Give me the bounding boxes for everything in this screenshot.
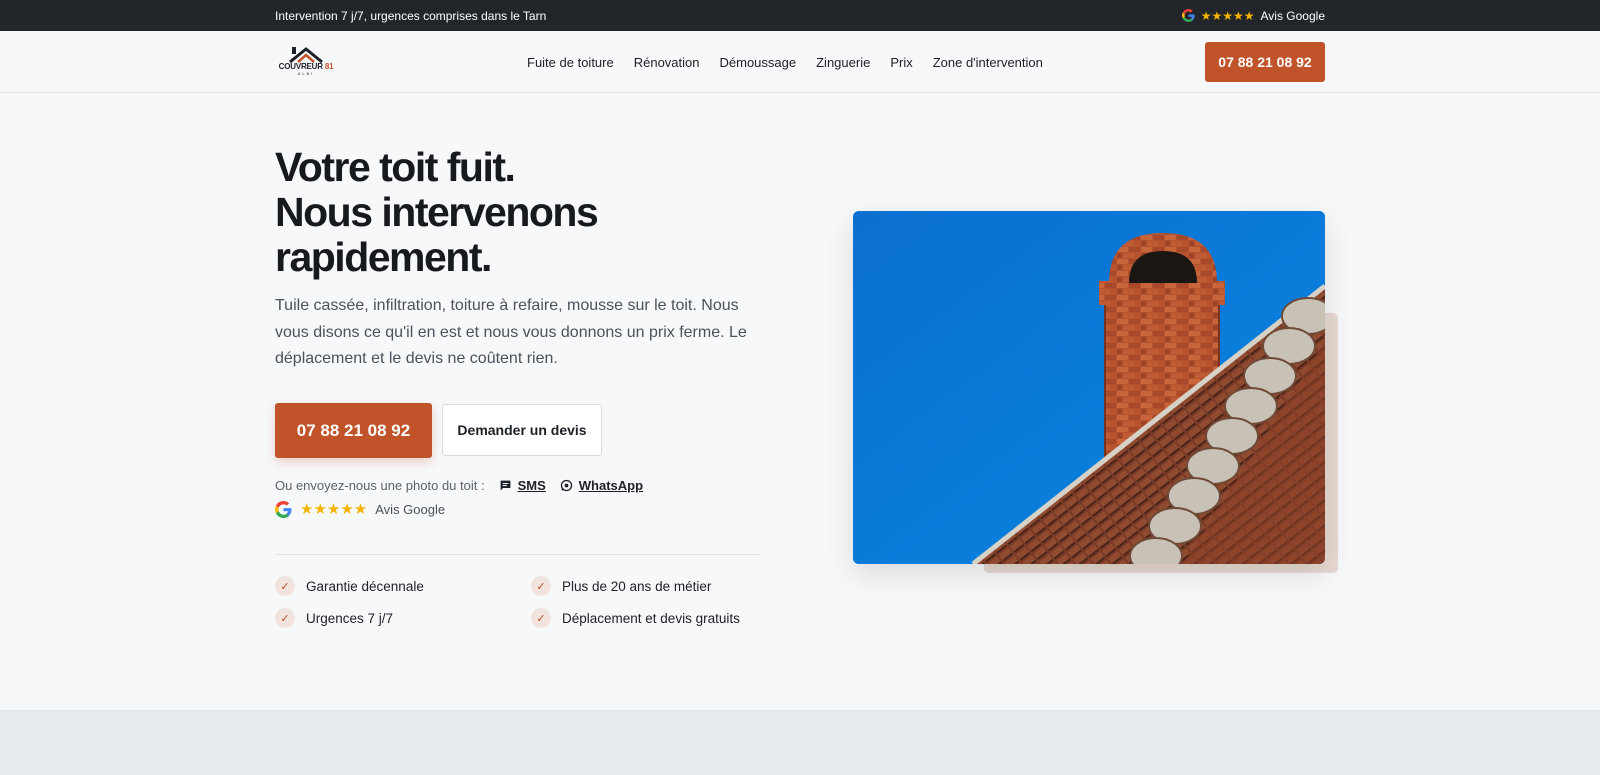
site-logo[interactable]: COUVREUR 81 ALBI [276, 43, 336, 79]
top-bar: Intervention 7 j/7, urgences comprises d… [0, 0, 1600, 31]
nav-item-zinguerie[interactable]: Zinguerie [816, 55, 870, 70]
whatsapp-link[interactable]: WhatsApp [560, 478, 643, 493]
next-section-band [0, 710, 1600, 775]
hero-title: Votre toit fuit. Nous intervenons rapide… [275, 144, 599, 280]
rating-stars: ★★★★★ [1200, 8, 1255, 23]
google-icon [275, 500, 292, 518]
main-header: COUVREUR 81 ALBI Fuite de toiture Rénova… [0, 31, 1600, 93]
check-icon: ✓ [275, 576, 295, 596]
hero-roof-image [853, 211, 1325, 564]
check-icon: ✓ [275, 608, 295, 628]
photo-prompt: Ou envoyez-nous une photo du toit : [275, 477, 485, 493]
nav-item-prix[interactable]: Prix [890, 55, 912, 70]
feature-item: ✓ Déplacement et devis gratuits [531, 608, 740, 628]
logo-city: ALBI [297, 71, 315, 76]
roof-logo-icon [289, 47, 323, 63]
feature-item: ✓ Urgences 7 j/7 [275, 608, 393, 628]
topbar-rating[interactable]: ★★★★★ Avis Google [1181, 8, 1325, 23]
header-phone-button[interactable]: 07 88 21 08 92 [1205, 42, 1325, 82]
main-nav: Fuite de toiture Rénovation Démoussage Z… [527, 31, 1043, 93]
nav-item-zone-intervention[interactable]: Zone d'intervention [933, 55, 1043, 70]
hero-lead: Tuile cassée, infiltration, toiture à re… [275, 297, 747, 367]
photo-contact-line: Ou envoyez-nous une photo du toit : SMS … [275, 475, 643, 495]
nav-item-renovation[interactable]: Rénovation [634, 55, 700, 70]
whatsapp-icon [560, 479, 572, 491]
logo-wordmark: COUVREUR 81 [278, 62, 334, 71]
sms-link[interactable]: SMS [499, 478, 546, 493]
feature-item: ✓ Plus de 20 ans de métier [531, 576, 711, 596]
check-icon: ✓ [531, 576, 551, 596]
rating-label: Avis Google [1260, 8, 1325, 23]
topbar-text: Intervention 7 j/7, urgences comprises d… [275, 8, 547, 23]
sms-icon [500, 480, 510, 490]
feature-item: ✓ Garantie décennale [275, 576, 424, 596]
google-icon [1181, 9, 1195, 22]
rating-stars: ★★★★★ [300, 501, 368, 518]
divider [275, 554, 759, 555]
nav-item-demoussage[interactable]: Démoussage [720, 55, 797, 70]
check-icon: ✓ [531, 608, 551, 628]
hero-section: Votre toit fuit. Nous intervenons rapide… [0, 93, 1600, 710]
rating-label: Avis Google [375, 501, 446, 517]
request-quote-button[interactable]: Demander un devis [442, 404, 602, 456]
hero-phone-button[interactable]: 07 88 21 08 92 [275, 403, 432, 458]
google-rating[interactable]: ★★★★★ Avis Google [275, 499, 445, 519]
roof-chimney-illustration [853, 211, 1325, 564]
nav-item-fuite-de-toiture[interactable]: Fuite de toiture [527, 55, 614, 70]
